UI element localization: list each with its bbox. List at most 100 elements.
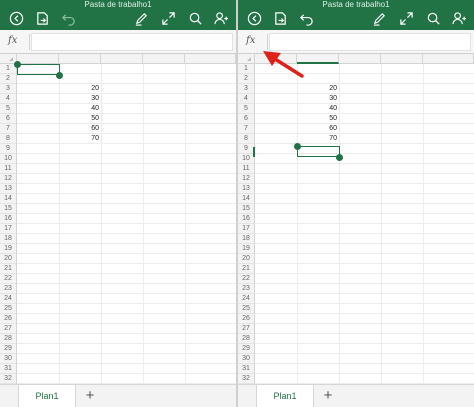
row-header[interactable]: 16 bbox=[0, 214, 17, 224]
cell-value[interactable]: 70 bbox=[297, 134, 339, 144]
row-header[interactable]: 31 bbox=[0, 364, 17, 374]
row-header[interactable]: 21 bbox=[238, 264, 255, 274]
row-header[interactable]: 32 bbox=[0, 374, 17, 384]
row-header[interactable]: 27 bbox=[238, 324, 255, 334]
row-header[interactable]: 1 bbox=[238, 64, 255, 74]
cell-value[interactable]: 20 bbox=[59, 84, 101, 94]
column-header[interactable] bbox=[423, 54, 474, 64]
selection-handle-start[interactable] bbox=[14, 61, 21, 68]
spreadsheet-grid[interactable]: 1 2 3 4 5 6 7 8 9 10 11 12 13 14 15 16 17 18 19 20 21 22 23 24 2… bbox=[0, 54, 236, 384]
row-header[interactable]: 30 bbox=[238, 354, 255, 364]
fx-label[interactable]: fx bbox=[246, 35, 255, 46]
row-header[interactable]: 9 bbox=[0, 144, 17, 154]
save-button[interactable] bbox=[32, 9, 52, 27]
undo-button[interactable] bbox=[296, 9, 316, 27]
cell-value[interactable]: 60 bbox=[297, 124, 339, 134]
cell-value[interactable]: 70 bbox=[59, 134, 101, 144]
row-header[interactable]: 11 bbox=[0, 164, 17, 174]
row-header[interactable]: 4 bbox=[0, 94, 17, 104]
formula-input[interactable] bbox=[269, 33, 471, 51]
row-header[interactable]: 30 bbox=[0, 354, 17, 364]
column-header[interactable] bbox=[185, 54, 236, 64]
row-header[interactable]: 12 bbox=[0, 174, 17, 184]
column-header[interactable] bbox=[101, 54, 143, 64]
row-header[interactable]: 13 bbox=[0, 184, 17, 194]
add-sheet-button[interactable]: + bbox=[82, 387, 98, 405]
row-header[interactable]: 28 bbox=[238, 334, 255, 344]
column-header[interactable] bbox=[255, 54, 297, 64]
cell-value[interactable]: 30 bbox=[297, 94, 339, 104]
row-header[interactable]: 21 bbox=[0, 264, 17, 274]
row-header[interactable]: 16 bbox=[238, 214, 255, 224]
row-header[interactable]: 12 bbox=[238, 174, 255, 184]
back-button[interactable] bbox=[244, 9, 264, 27]
column-header[interactable] bbox=[59, 54, 101, 64]
select-all-corner[interactable] bbox=[238, 54, 255, 64]
row-header[interactable]: 22 bbox=[0, 274, 17, 284]
row-header[interactable]: 19 bbox=[0, 244, 17, 254]
row-header[interactable]: 6 bbox=[238, 114, 255, 124]
fullscreen-button[interactable] bbox=[396, 9, 416, 27]
row-header[interactable]: 17 bbox=[0, 224, 17, 234]
column-header[interactable] bbox=[381, 54, 423, 64]
back-button[interactable] bbox=[6, 9, 26, 27]
row-header[interactable]: 31 bbox=[238, 364, 255, 374]
search-button[interactable] bbox=[423, 9, 443, 27]
save-button[interactable] bbox=[270, 9, 290, 27]
selection-handle-end[interactable] bbox=[56, 72, 63, 79]
row-header[interactable]: 8 bbox=[238, 134, 255, 144]
row-header[interactable]: 6 bbox=[0, 114, 17, 124]
row-header[interactable]: 26 bbox=[238, 314, 255, 324]
row-header[interactable]: 24 bbox=[238, 294, 255, 304]
row-header[interactable]: 14 bbox=[0, 194, 17, 204]
undo-button[interactable] bbox=[58, 9, 78, 27]
row-header[interactable]: 15 bbox=[238, 204, 255, 214]
row-header[interactable]: 27 bbox=[0, 324, 17, 334]
cell-value[interactable]: 20 bbox=[297, 84, 339, 94]
sheet-tab-plan1[interactable]: Plan1 bbox=[18, 385, 76, 407]
selection-handle-start[interactable] bbox=[294, 143, 301, 150]
column-header[interactable] bbox=[17, 54, 59, 64]
row-header[interactable]: 10 bbox=[0, 154, 17, 164]
row-header[interactable]: 4 bbox=[238, 94, 255, 104]
row-header[interactable]: 11 bbox=[238, 164, 255, 174]
row-header[interactable]: 29 bbox=[238, 344, 255, 354]
row-header[interactable]: 3 bbox=[238, 84, 255, 94]
row-header[interactable]: 17 bbox=[238, 224, 255, 234]
search-button[interactable] bbox=[185, 9, 205, 27]
row-header[interactable]: 7 bbox=[0, 124, 17, 134]
cell-value[interactable]: 30 bbox=[59, 94, 101, 104]
fx-label[interactable]: fx bbox=[8, 35, 17, 46]
draw-button[interactable] bbox=[369, 9, 389, 27]
row-header[interactable]: 20 bbox=[0, 254, 17, 264]
row-header[interactable]: 3 bbox=[0, 84, 17, 94]
row-header[interactable]: 23 bbox=[238, 284, 255, 294]
add-sheet-button[interactable]: + bbox=[320, 387, 336, 405]
cell-value[interactable]: 50 bbox=[59, 114, 101, 124]
row-header[interactable]: 13 bbox=[238, 184, 255, 194]
row-header[interactable]: 29 bbox=[0, 344, 17, 354]
row-header[interactable]: 18 bbox=[238, 234, 255, 244]
spreadsheet-grid[interactable]: 1 2 3 4 5 6 7 8 9 10 11 12 13 14 15 16 17 18 19 20 21 22 23 24 2… bbox=[238, 54, 474, 384]
row-header[interactable]: 22 bbox=[238, 274, 255, 284]
row-header[interactable]: 28 bbox=[0, 334, 17, 344]
cell-value[interactable]: 40 bbox=[297, 104, 339, 114]
share-button[interactable] bbox=[211, 9, 231, 27]
column-header[interactable] bbox=[339, 54, 381, 64]
row-header[interactable]: 23 bbox=[0, 284, 17, 294]
row-header[interactable]: 25 bbox=[238, 304, 255, 314]
share-button[interactable] bbox=[449, 9, 469, 27]
row-header[interactable]: 5 bbox=[238, 104, 255, 114]
column-header[interactable] bbox=[143, 54, 185, 64]
row-header[interactable]: 19 bbox=[238, 244, 255, 254]
draw-button[interactable] bbox=[131, 9, 151, 27]
fullscreen-button[interactable] bbox=[158, 9, 178, 27]
formula-input[interactable] bbox=[31, 33, 233, 51]
row-header[interactable]: 2 bbox=[238, 74, 255, 84]
row-header[interactable]: 15 bbox=[0, 204, 17, 214]
row-header[interactable]: 20 bbox=[238, 254, 255, 264]
selection-handle-end[interactable] bbox=[336, 154, 343, 161]
selected-cell-b9[interactable] bbox=[297, 146, 340, 157]
row-header[interactable]: 2 bbox=[0, 74, 17, 84]
selected-cell-a1[interactable] bbox=[17, 64, 60, 75]
